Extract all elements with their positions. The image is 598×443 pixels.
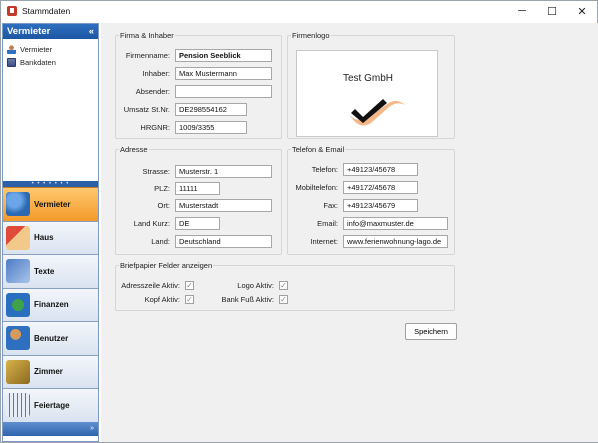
nav-label: Feiertage (34, 400, 70, 410)
maximize-button[interactable]: ☐ (537, 1, 567, 21)
hrgnr-field[interactable] (175, 121, 247, 134)
nav-label: Zimmer (34, 367, 63, 377)
strasse-label: Strasse: (142, 167, 170, 176)
bank-icon (7, 58, 16, 67)
firmenname-label: Firmenname: (125, 51, 170, 60)
nav-label: Vermieter (34, 199, 71, 209)
ort-field[interactable] (175, 199, 272, 212)
user-add-icon (6, 326, 30, 351)
nav-haus[interactable]: Haus (3, 220, 98, 254)
group-logo-legend: Firmenlogo (292, 31, 330, 40)
person-icon (7, 45, 16, 54)
logo-aktiv-label: Logo Aktiv: (237, 281, 274, 290)
firmenname-field[interactable] (175, 49, 272, 62)
group-briefpapier-legend: Briefpapier Felder anzeigen (120, 261, 213, 270)
bankfuss-label: Bank Fuß Aktiv: (221, 295, 274, 304)
adresszeile-label: Adresszeile Aktiv: (121, 281, 180, 290)
app-window: Stammdaten ─ ☐ ✕ Vermieter « Vermieter B… (0, 0, 598, 443)
land-label: Land: (151, 237, 170, 246)
globe-money-icon (6, 292, 30, 317)
app-icon (7, 6, 17, 16)
nav-label: Benutzer (34, 333, 69, 343)
minimize-button[interactable]: ─ (507, 1, 537, 21)
internet-field[interactable] (343, 235, 448, 248)
fax-label: Fax: (323, 201, 338, 210)
email-label: Email: (317, 219, 338, 228)
close-button[interactable]: ✕ (567, 1, 597, 21)
group-logo: Firmenlogo Test GmbH (287, 31, 455, 139)
calendar-icon (6, 393, 30, 418)
title-bar[interactable]: Stammdaten ─ ☐ ✕ (1, 1, 597, 21)
tree-item-label: Bankdaten (20, 58, 56, 67)
kopf-checkbox[interactable]: ✓ (185, 295, 194, 304)
nav-benutzer[interactable]: Benutzer (3, 321, 98, 355)
tree-item-vermieter[interactable]: Vermieter (5, 43, 96, 56)
group-kontakt-legend: Telefon & Email (292, 145, 345, 154)
kopf-label: Kopf Aktiv: (144, 295, 180, 304)
nav-zimmer[interactable]: Zimmer (3, 354, 98, 388)
mobil-label: Mobiltelefon: (295, 183, 338, 192)
telefon-field[interactable] (343, 163, 418, 176)
hrgnr-label: HRGNR: (140, 123, 170, 132)
window-title: Stammdaten (22, 6, 71, 16)
ust-label: Umsatz St.Nr. (123, 105, 170, 114)
group-firma-legend: Firma & Inhaber (120, 31, 174, 40)
nav-feiertage[interactable]: Feiertage (3, 388, 98, 422)
sidebar-title: Vermieter (7, 26, 51, 37)
users-icon (6, 192, 30, 217)
group-adresse-legend: Adresse (120, 145, 148, 154)
absender-field[interactable] (175, 85, 272, 98)
adresszeile-checkbox[interactable]: ✓ (185, 281, 194, 290)
nav-label: Haus (34, 233, 54, 243)
tree-item-label: Vermieter (20, 45, 53, 54)
main-panel: Firma & Inhaber Firmenname: Inhaber: Abs… (101, 23, 598, 442)
sidebar: Vermieter « Vermieter Bankdaten • • • • … (2, 23, 99, 442)
mobil-field[interactable] (343, 181, 418, 194)
strasse-field[interactable] (175, 165, 272, 178)
absender-label: Absender: (135, 87, 170, 96)
landkurz-field[interactable] (175, 217, 220, 230)
sidebar-header: Vermieter « (3, 24, 98, 39)
sidebar-tree: Vermieter Bankdaten (3, 39, 98, 181)
text-edit-icon (6, 259, 30, 284)
tree-item-bankdaten[interactable]: Bankdaten (5, 56, 96, 69)
ort-label: Ort: (157, 201, 171, 210)
internet-label: Internet: (310, 237, 338, 246)
sidebar-footer[interactable]: » (3, 421, 98, 436)
nav-vermieter[interactable]: Vermieter (3, 187, 98, 221)
telefon-label: Telefon: (311, 165, 338, 174)
inhaber-field[interactable] (175, 67, 272, 80)
plz-field[interactable] (175, 182, 220, 195)
logo-image[interactable]: Test GmbH (296, 50, 438, 137)
collapse-icon[interactable]: « (89, 26, 94, 37)
keys-icon (6, 359, 30, 384)
nav-label: Texte (34, 266, 55, 276)
nav-finanzen[interactable]: Finanzen (3, 287, 98, 321)
logo-aktiv-checkbox[interactable]: ✓ (279, 281, 288, 290)
fax-field[interactable] (343, 199, 418, 212)
ust-field[interactable] (175, 103, 247, 116)
house-icon (6, 225, 30, 250)
plz-label: PLZ: (154, 184, 170, 193)
save-button[interactable]: Speichern (405, 323, 457, 340)
nav-texte[interactable]: Texte (3, 254, 98, 288)
land-field[interactable] (175, 235, 272, 248)
inhaber-label: Inhaber: (142, 69, 170, 78)
chevron-more-icon[interactable]: » (90, 425, 94, 432)
checkmark-logo-icon (349, 99, 405, 126)
landkurz-label: Land Kurz: (133, 219, 170, 228)
bankfuss-checkbox[interactable]: ✓ (279, 295, 288, 304)
email-field[interactable] (343, 217, 448, 230)
nav-label: Finanzen (34, 300, 69, 310)
